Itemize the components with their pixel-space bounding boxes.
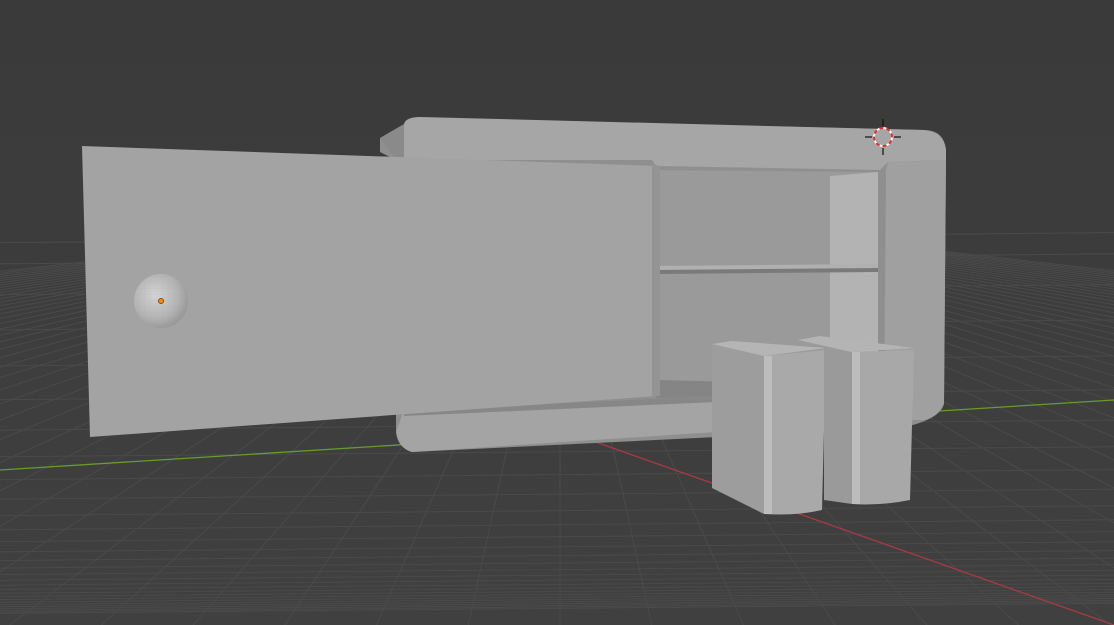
viewport-canvas[interactable] bbox=[0, 0, 1114, 625]
book-left[interactable] bbox=[712, 341, 826, 515]
book-right-spine bbox=[852, 350, 914, 505]
door-edge bbox=[652, 164, 660, 396]
book-left-spine bbox=[764, 350, 826, 515]
book-left-cover-edge bbox=[764, 356, 772, 514]
book-left-front bbox=[712, 344, 764, 514]
door-knob[interactable] bbox=[134, 274, 188, 328]
3d-viewport[interactable] bbox=[0, 0, 1114, 625]
book-right-cover-edge bbox=[852, 352, 860, 504]
object-origin-dot bbox=[158, 298, 164, 304]
